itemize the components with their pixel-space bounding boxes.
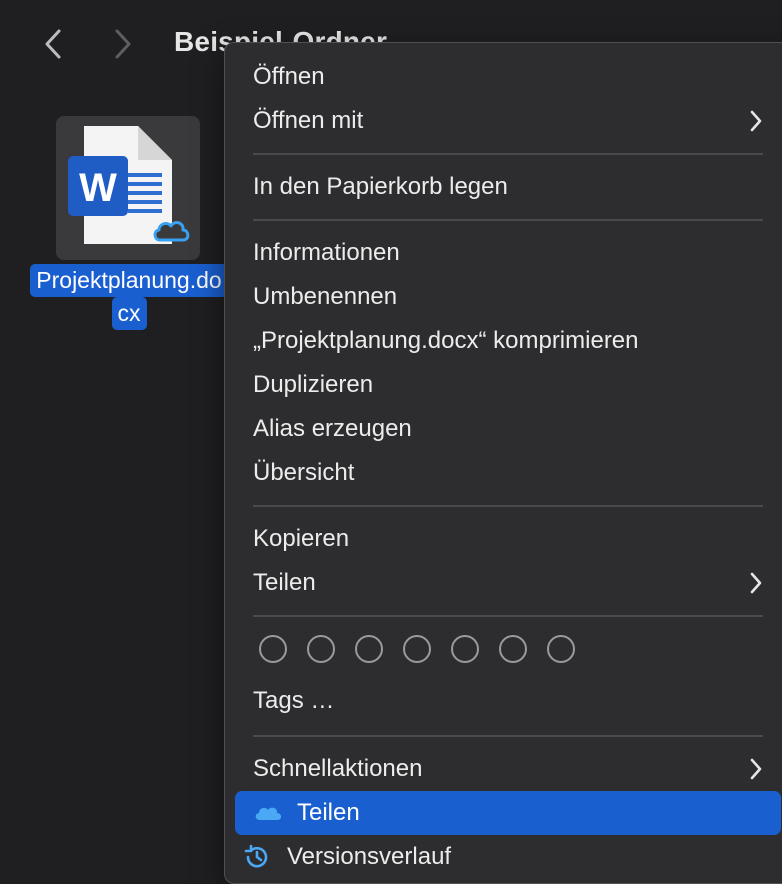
chevron-right-icon — [115, 29, 131, 59]
menu-item-open[interactable]: Öffnen — [253, 57, 775, 97]
tag-dot[interactable] — [451, 635, 479, 663]
chevron-right-icon — [750, 758, 762, 780]
tag-dot[interactable] — [547, 635, 575, 663]
back-button[interactable] — [38, 26, 68, 62]
menu-item-compress[interactable]: „Projektplanung.docx“ komprimieren — [253, 321, 775, 361]
context-menu: Öffnen Öffnen mit In den Papierkorb lege… — [224, 42, 782, 884]
tag-dot[interactable] — [307, 635, 335, 663]
menu-separator — [253, 615, 763, 617]
tag-color-picker — [259, 635, 575, 663]
menu-item-copy[interactable]: Kopieren — [253, 519, 775, 559]
file-name[interactable]: Projektplanung.do cx — [18, 264, 240, 330]
menu-item-onedrive-share[interactable]: Teilen — [235, 791, 781, 835]
menu-item-info[interactable]: Informationen — [253, 233, 775, 273]
menu-item-rename[interactable]: Umbenennen — [253, 277, 775, 317]
onedrive-cloud-icon — [153, 221, 190, 242]
file-item[interactable]: W — [56, 116, 200, 260]
onedrive-cloud-icon — [253, 801, 283, 825]
menu-separator — [253, 735, 763, 737]
menu-item-share[interactable]: Teilen — [253, 563, 775, 603]
menu-item-tags[interactable]: Tags … — [253, 681, 775, 721]
menu-separator — [253, 153, 763, 155]
menu-item-quicklook[interactable]: Übersicht — [253, 453, 775, 493]
chevron-right-icon — [750, 110, 762, 132]
menu-item-alias[interactable]: Alias erzeugen — [253, 409, 775, 449]
history-clock-icon — [243, 844, 273, 869]
menu-item-version-history[interactable]: Versionsverlauf — [244, 837, 775, 877]
menu-item-trash[interactable]: In den Papierkorb legen — [253, 167, 775, 207]
chevron-right-icon — [750, 572, 762, 594]
tag-dot[interactable] — [403, 635, 431, 663]
menu-item-quick-actions[interactable]: Schnellaktionen — [253, 749, 775, 789]
tag-dot[interactable] — [355, 635, 383, 663]
menu-item-duplicate[interactable]: Duplizieren — [253, 365, 775, 405]
svg-text:W: W — [79, 166, 117, 210]
forward-button[interactable] — [108, 26, 138, 62]
menu-item-open-with[interactable]: Öffnen mit — [253, 101, 775, 141]
chevron-left-icon — [45, 29, 61, 59]
tag-dot[interactable] — [499, 635, 527, 663]
menu-separator — [253, 219, 763, 221]
menu-separator — [253, 505, 763, 507]
tag-dot[interactable] — [259, 635, 287, 663]
